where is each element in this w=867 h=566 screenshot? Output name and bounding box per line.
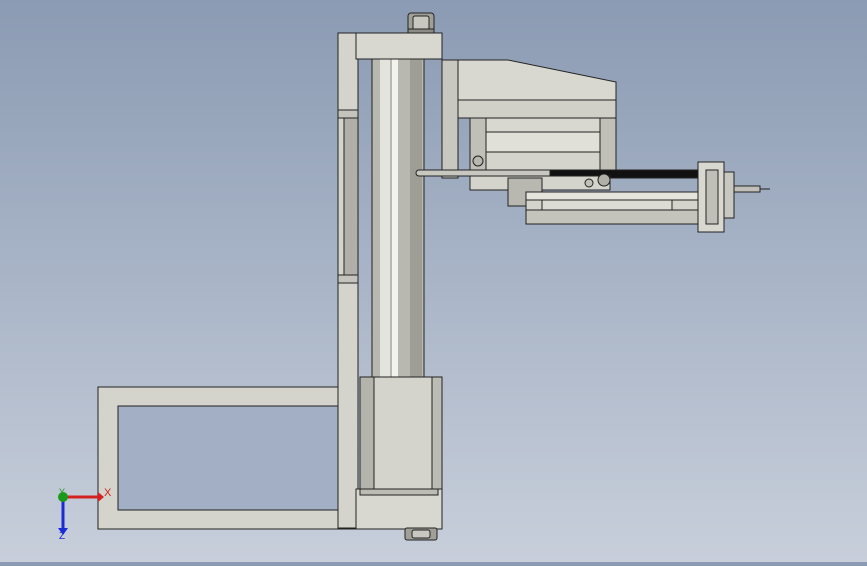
probe-rod[interactable] <box>415 169 701 191</box>
base-frame[interactable] <box>97 386 357 530</box>
bottom-bolt[interactable] <box>404 527 438 541</box>
x-axis-label: X <box>104 487 112 499</box>
column-plate[interactable] <box>337 32 359 529</box>
top-bracket[interactable] <box>355 32 443 60</box>
cylinder-body[interactable] <box>359 376 443 490</box>
end-plate[interactable] <box>697 161 735 233</box>
coordinate-triad <box>58 492 104 535</box>
gripper-housing[interactable] <box>441 59 617 179</box>
z-axis-label: Z <box>59 531 66 542</box>
bottom-bracket[interactable] <box>355 488 443 530</box>
model-view[interactable] <box>0 0 867 562</box>
y-axis-label: Y <box>59 487 66 497</box>
graphics-viewport[interactable]: X Y Z <box>0 0 867 562</box>
probe-tip[interactable] <box>733 185 770 193</box>
guide-rod[interactable] <box>371 58 425 378</box>
top-bolt[interactable] <box>407 12 435 34</box>
